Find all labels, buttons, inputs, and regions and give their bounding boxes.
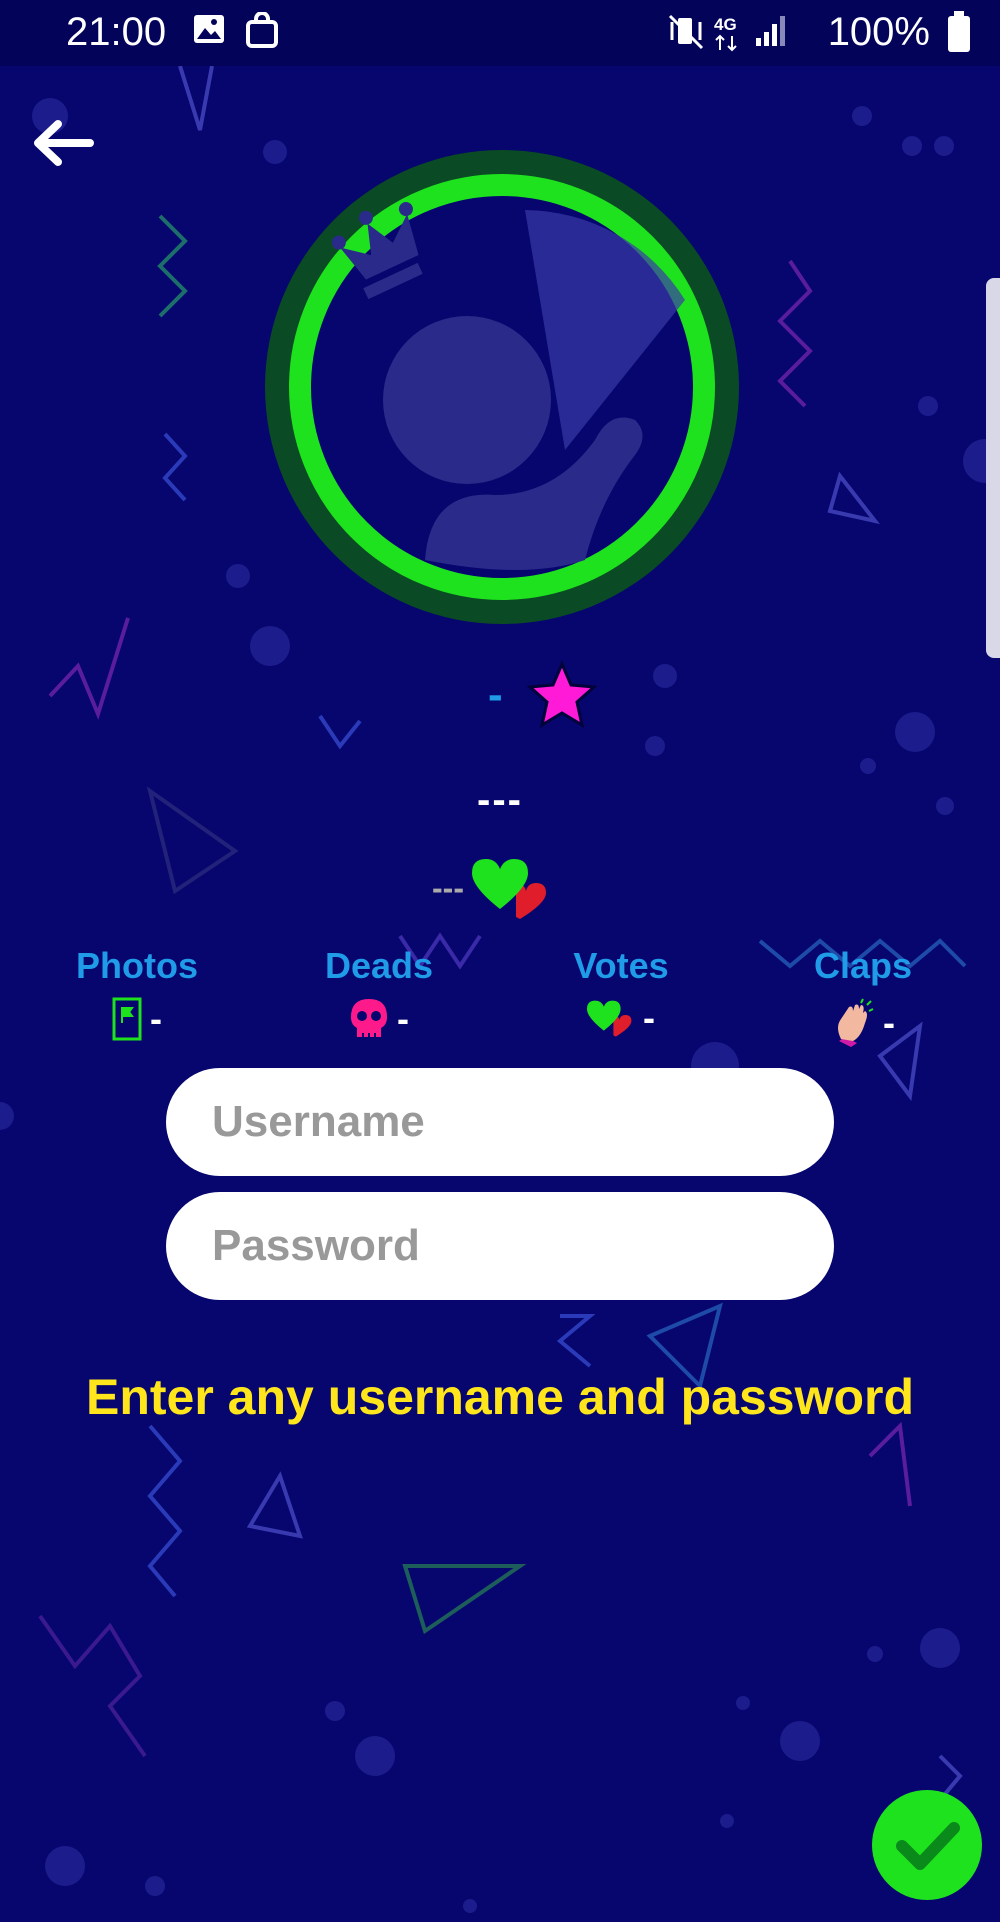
status-bar: 21:00 4G 100% (0, 0, 1000, 66)
battery-icon (948, 11, 970, 52)
scrollbar-handle[interactable] (986, 278, 1000, 658)
stat-label: Votes (573, 945, 669, 986)
stat-claps: Claps - (753, 945, 973, 1049)
network-4g-icon: 4G (714, 15, 737, 52)
mute-vibrate-icon (668, 14, 704, 50)
svg-text:4G: 4G (714, 15, 737, 34)
star-icon (526, 660, 597, 729)
login-hint: Enter any username and password (85, 1369, 915, 1425)
clap-icon (838, 998, 874, 1047)
stat-value: - (150, 998, 162, 1039)
stat-label: Claps (813, 945, 913, 986)
password-input[interactable] (166, 1192, 834, 1300)
stat-value: - (643, 997, 655, 1038)
checkmark-icon (896, 1822, 960, 1870)
stat-label: Deads (324, 945, 434, 986)
username-input[interactable] (166, 1068, 834, 1176)
rank-row: - (488, 660, 597, 730)
skull-icon (351, 999, 387, 1037)
image-icon (194, 15, 224, 43)
status-time: 21:00 (66, 10, 167, 54)
hearts-icon (587, 1000, 632, 1037)
battery-percent: 100% (827, 10, 930, 54)
stat-value: - (883, 1002, 895, 1043)
stat-votes: Votes - (511, 945, 731, 1039)
confirm-button[interactable] (872, 1790, 982, 1900)
avatar[interactable] (265, 150, 740, 625)
votes-summary: --- (432, 855, 552, 921)
stat-photos: Photos - (27, 945, 247, 1041)
player-name: --- (477, 778, 523, 822)
bag-icon (246, 12, 278, 48)
stat-value: - (397, 998, 409, 1039)
signal-icon (756, 16, 785, 46)
votes-summary-value: --- (432, 869, 464, 906)
stat-label: Photos (76, 945, 198, 986)
hearts-icon (471, 859, 546, 919)
stat-deads: Deads - (269, 945, 489, 1041)
photo-flag-icon (112, 997, 142, 1041)
rank-value: - (488, 670, 503, 719)
back-arrow-icon[interactable] (30, 118, 94, 168)
